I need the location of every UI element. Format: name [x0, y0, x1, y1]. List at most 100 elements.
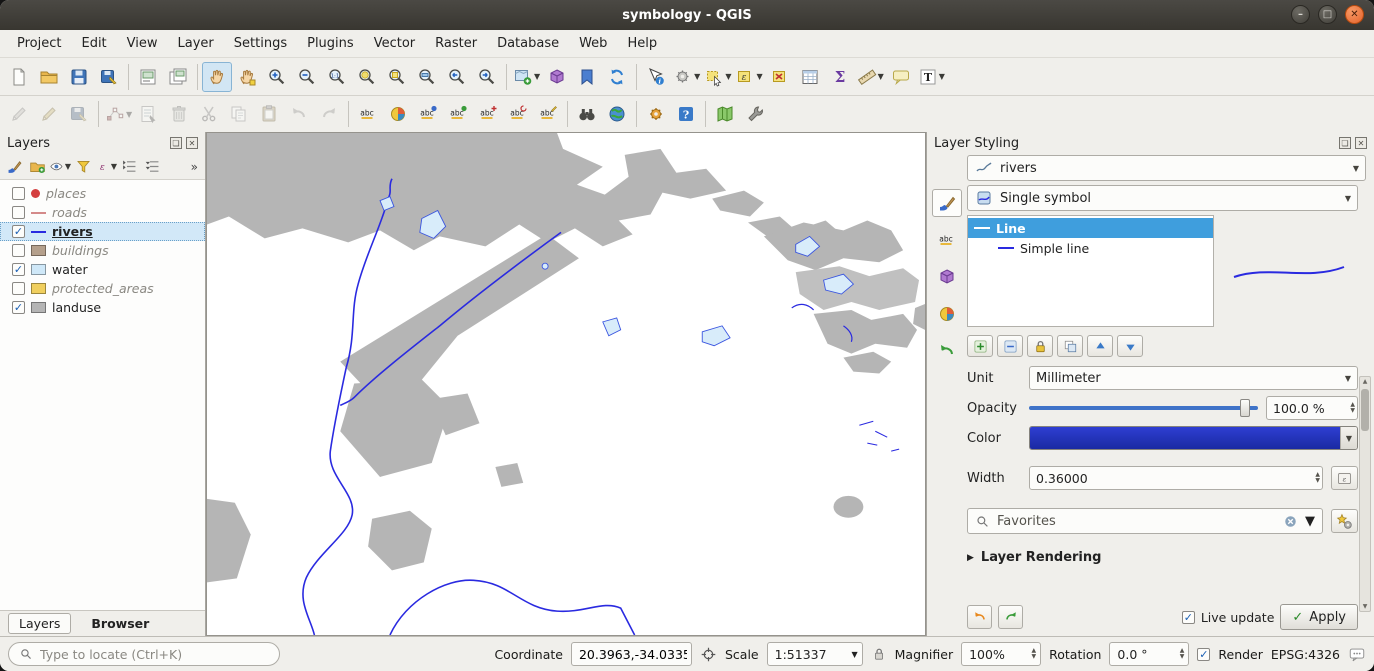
pan-map-icon[interactable] [202, 62, 232, 92]
undo-style-button[interactable] [967, 605, 992, 629]
layer-visibility-checkbox[interactable] [12, 244, 25, 257]
symbol-mode-select[interactable]: Single symbol ▼ [967, 185, 1358, 211]
menu-vector[interactable]: Vector [365, 32, 424, 55]
close-panel-icon[interactable]: ✕ [186, 137, 198, 149]
coordinate-box[interactable] [571, 642, 692, 666]
chevron-down-icon[interactable]: ▼ [694, 72, 700, 81]
coordinate-input[interactable] [579, 647, 687, 662]
refresh-map-icon[interactable] [602, 62, 632, 92]
web-globe-icon[interactable] [602, 99, 632, 129]
style-manager-button[interactable] [1331, 509, 1358, 533]
chevron-down-icon[interactable]: ▼ [126, 110, 132, 119]
deselect-features-icon[interactable] [765, 62, 795, 92]
identify-features-icon[interactable]: i [641, 62, 671, 92]
vertex-tool-icon[interactable]: ▼ [103, 99, 134, 129]
menu-project[interactable]: Project [8, 32, 70, 55]
spin-arrows-icon[interactable]: ▲▼ [1315, 472, 1320, 484]
menu-edit[interactable]: Edit [72, 32, 115, 55]
zoom-out-icon[interactable] [292, 62, 322, 92]
zoom-last-icon[interactable] [442, 62, 472, 92]
3d-view-tab-icon[interactable] [932, 263, 962, 291]
new-project-icon[interactable] [4, 62, 34, 92]
chevron-down-icon[interactable]: ▼ [65, 162, 71, 171]
scale-combobox[interactable]: 1:51337 ▼ [767, 642, 863, 666]
apply-button[interactable]: ✓ Apply [1280, 604, 1358, 630]
chevron-down-icon[interactable]: ▼ [1340, 427, 1357, 449]
layer-row-rivers[interactable]: rivers [0, 222, 205, 241]
opacity-spinbox[interactable]: 100.0 % ▲▼ [1266, 396, 1358, 420]
cut-features-icon[interactable] [194, 99, 224, 129]
close-panel-icon[interactable]: ✕ [1355, 137, 1367, 149]
symbol-tree-line-item[interactable]: Line [968, 218, 1213, 238]
toggle-editing-icon[interactable] [34, 99, 64, 129]
menu-raster[interactable]: Raster [426, 32, 486, 55]
select-by-expression-icon[interactable]: ε▼ [733, 62, 764, 92]
help-icon[interactable]: ? [671, 99, 701, 129]
menu-settings[interactable]: Settings [225, 32, 296, 55]
redo-style-button[interactable] [998, 605, 1023, 629]
chevron-down-icon[interactable]: ▼ [756, 72, 762, 81]
crs-indicator[interactable]: EPSG:4326 [1271, 647, 1340, 662]
titlebar[interactable]: symbology - QGIS – □ ✕ [0, 0, 1374, 30]
map-tips-icon[interactable] [886, 62, 916, 92]
locate-input[interactable] [40, 647, 269, 662]
move-up-icon[interactable] [1087, 335, 1113, 357]
menu-view[interactable]: View [118, 32, 167, 55]
open-layer-styling-icon[interactable] [3, 156, 25, 178]
zoom-in-icon[interactable] [262, 62, 292, 92]
modify-attributes-icon[interactable] [134, 99, 164, 129]
spin-arrows-icon[interactable]: ▲▼ [1180, 648, 1185, 660]
customization-icon[interactable] [740, 99, 770, 129]
add-group-icon[interactable] [26, 156, 48, 178]
save-layer-edits-icon[interactable] [64, 99, 94, 129]
chevron-down-icon[interactable]: ▼ [851, 650, 857, 659]
layer-visibility-checkbox[interactable] [12, 263, 25, 276]
open-project-icon[interactable] [34, 62, 64, 92]
save-project-icon[interactable] [64, 62, 94, 92]
styling-scrollbar[interactable]: ▲ ▼ [1359, 376, 1371, 612]
new-map-view-icon[interactable]: ▼ [511, 62, 542, 92]
chevron-down-icon[interactable]: ▼ [939, 72, 945, 81]
spin-arrows-icon[interactable]: ▲▼ [1031, 648, 1036, 660]
show-bookmarks-icon[interactable] [572, 62, 602, 92]
scroll-up-icon[interactable]: ▲ [1360, 378, 1370, 385]
lock-color-icon[interactable] [1027, 335, 1053, 357]
current-edits-icon[interactable] [4, 99, 34, 129]
opacity-slider[interactable] [1029, 398, 1258, 418]
show-layout-manager-icon[interactable] [163, 62, 193, 92]
zoom-to-layer-icon[interactable] [412, 62, 442, 92]
symbol-search-box[interactable]: Favorites ▼ [967, 508, 1323, 534]
pan-to-selection-icon[interactable] [232, 62, 262, 92]
manage-map-themes-icon[interactable]: ▼ [49, 156, 71, 178]
menu-help[interactable]: Help [618, 32, 666, 55]
statistical-summary-icon[interactable]: Σ [825, 62, 855, 92]
tab-layers[interactable]: Layers [8, 613, 71, 634]
text-annotation-icon[interactable]: T▼ [916, 62, 947, 92]
symbology-tab-icon[interactable] [932, 189, 962, 217]
color-button[interactable]: ▼ [1029, 426, 1358, 450]
live-update-checkbox[interactable] [1182, 611, 1195, 624]
chevron-down-icon[interactable]: ▼ [725, 72, 731, 81]
map-canvas[interactable] [206, 132, 926, 636]
panel-toolbar-overflow-icon[interactable]: » [187, 160, 202, 174]
layer-visibility-checkbox[interactable] [12, 225, 25, 238]
toggle-extents-icon[interactable] [700, 646, 717, 663]
highlight-pinned-labels-icon[interactable]: abc [443, 99, 473, 129]
move-down-icon[interactable] [1117, 335, 1143, 357]
render-checkbox[interactable] [1197, 648, 1210, 661]
measure-line-icon[interactable]: ▼ [855, 62, 886, 92]
data-defined-override-button[interactable]: ε [1331, 466, 1358, 490]
remove-symbol-layer-icon[interactable] [997, 335, 1023, 357]
save-project-as-icon[interactable] [94, 62, 124, 92]
open-attribute-table-icon[interactable] [795, 62, 825, 92]
zoom-next-icon[interactable] [472, 62, 502, 92]
locate-box[interactable] [8, 642, 280, 666]
rotation-spinbox[interactable]: 0.0 ° ▲▼ [1109, 642, 1189, 666]
float-panel-icon[interactable]: ❏ [170, 137, 182, 149]
delete-selected-icon[interactable] [164, 99, 194, 129]
change-label-icon[interactable]: abc [533, 99, 563, 129]
expand-all-icon[interactable] [118, 156, 140, 178]
layer-visibility-checkbox[interactable] [12, 301, 25, 314]
unit-select[interactable]: Millimeter ▼ [1029, 366, 1358, 390]
labels-tab-icon[interactable]: abc [932, 226, 962, 254]
